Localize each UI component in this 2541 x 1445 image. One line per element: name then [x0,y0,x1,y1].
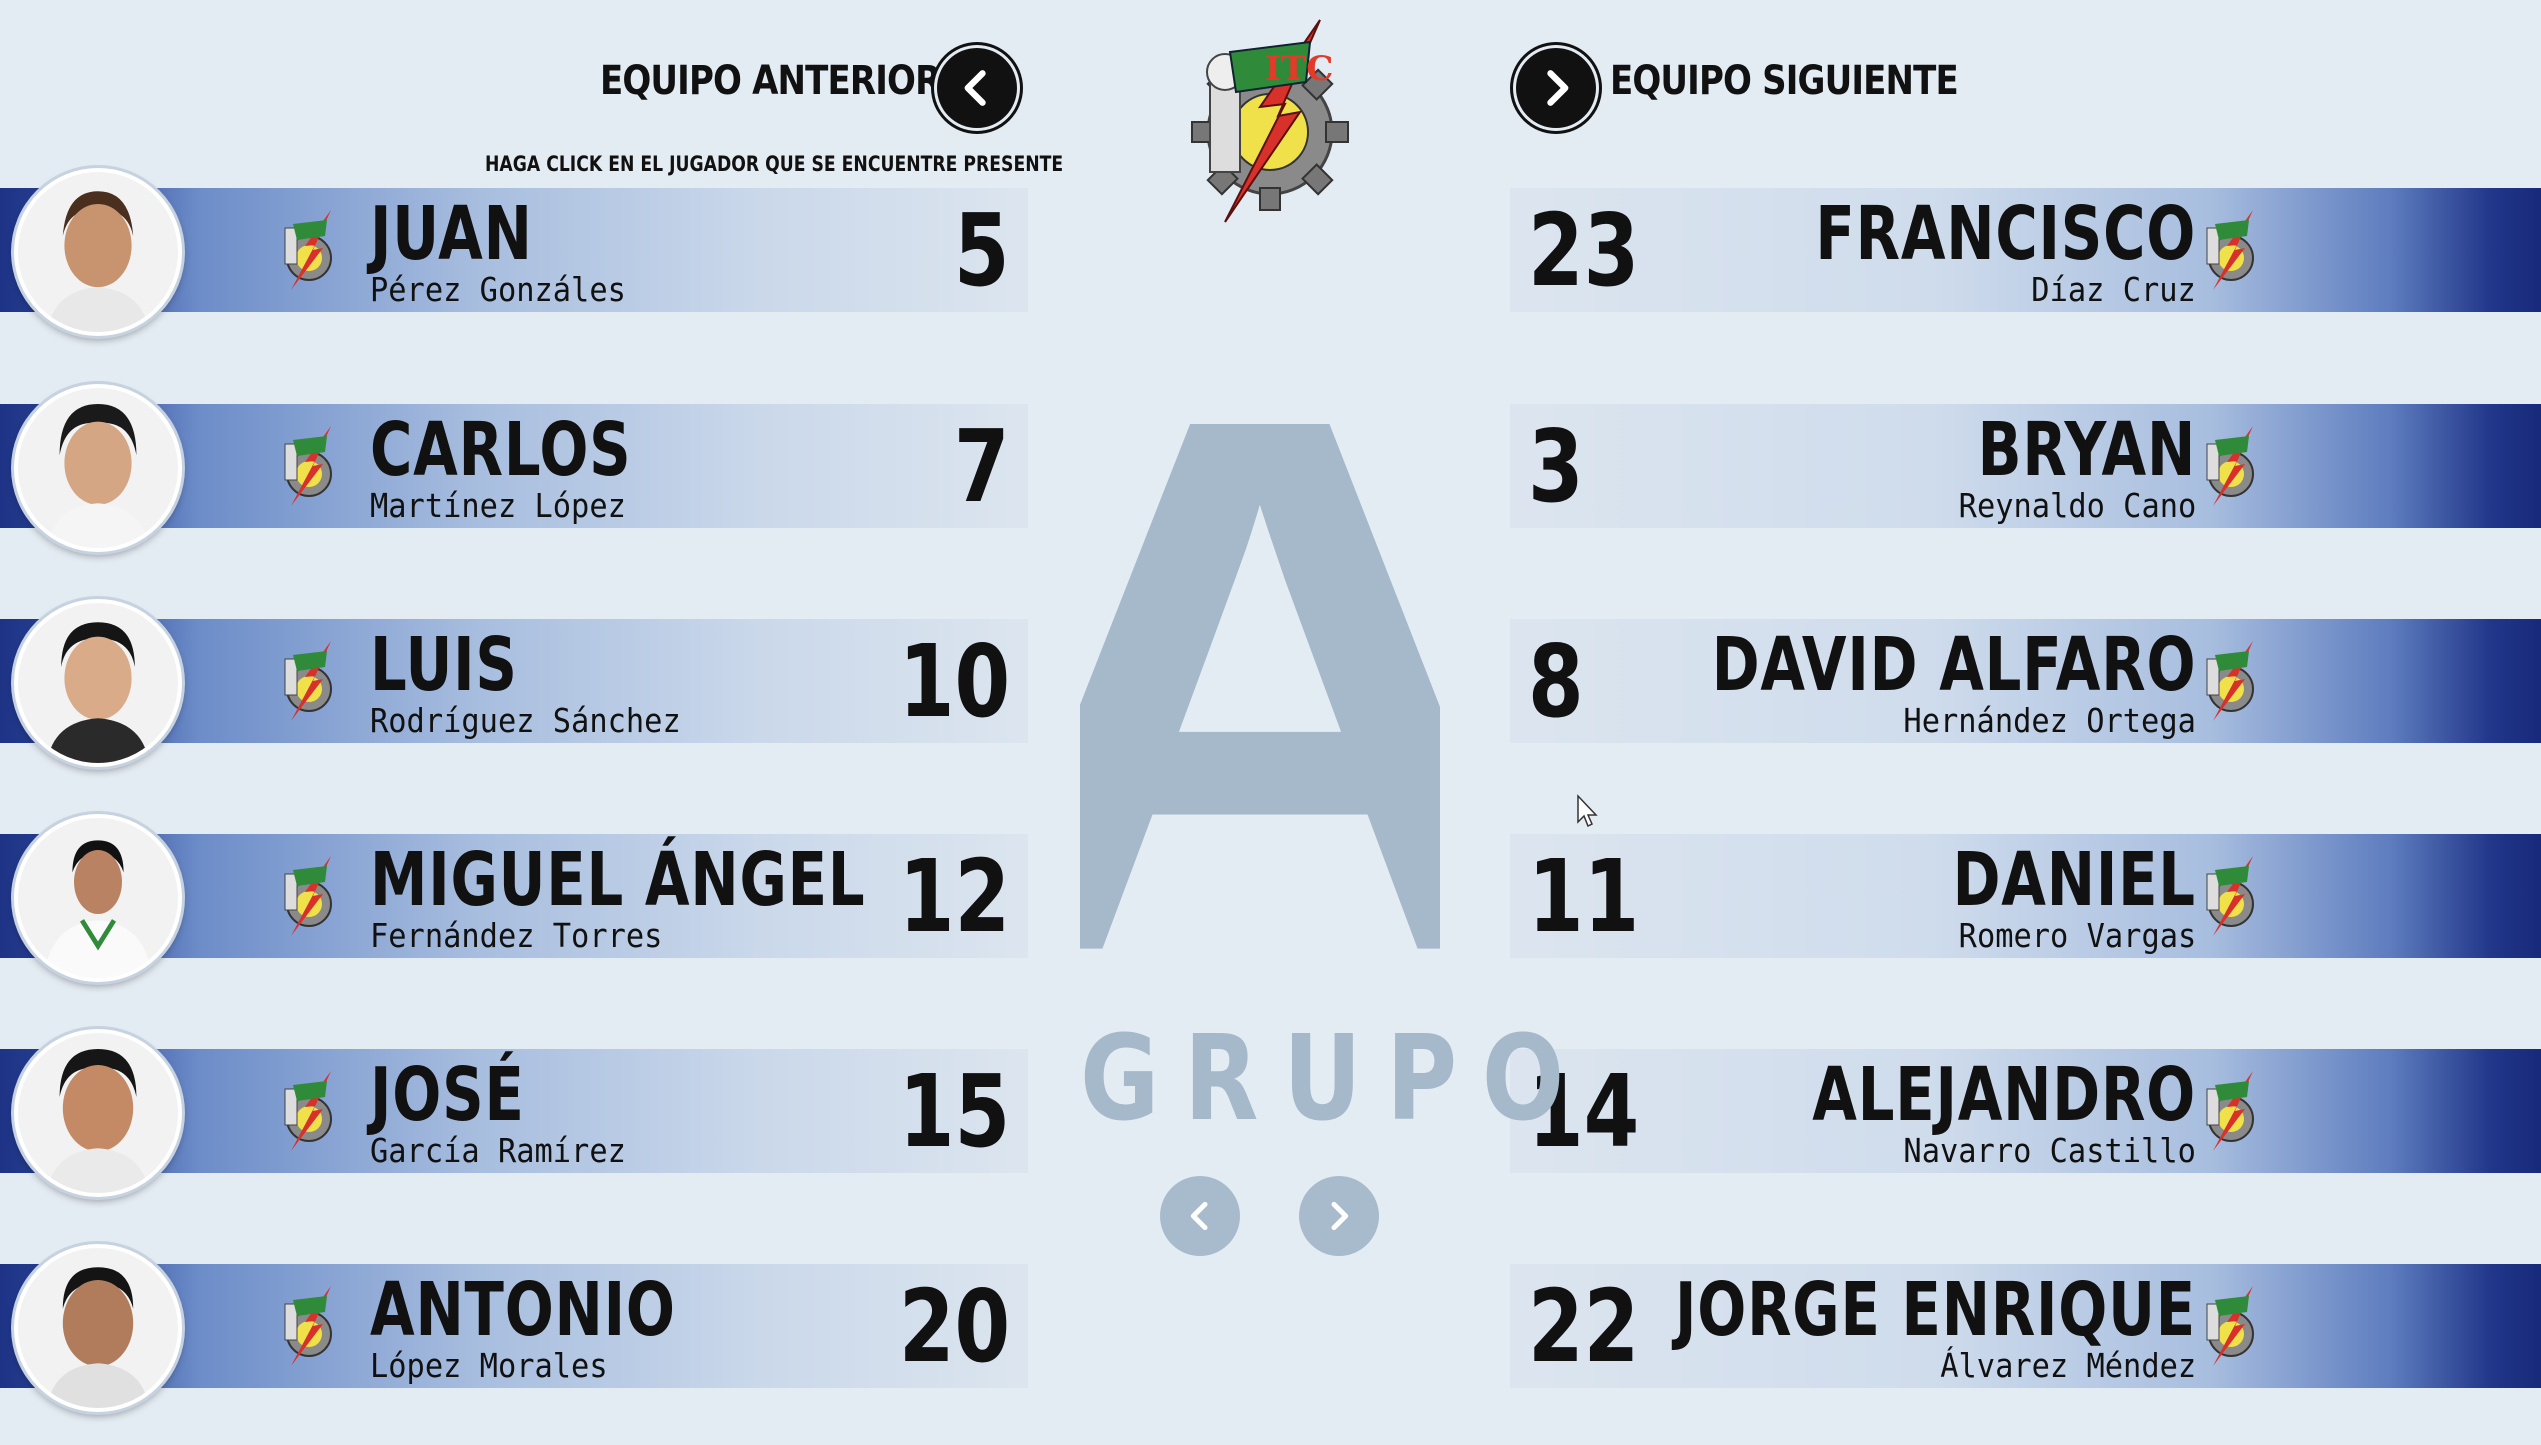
player-number: 7 [954,408,1010,525]
team-emblem-icon [2206,641,2254,721]
player-last-name: Navarro Castillo [1903,1131,2196,1170]
team-emblem-icon [2206,1286,2254,1366]
team-emblem-icon [284,856,332,936]
team-emblem-icon [284,210,332,290]
player-last-name: Díaz Cruz [2031,270,2196,309]
player-first-name: ALEJANDRO [1812,1052,2196,1138]
player-row-right[interactable]: 23 FRANCISCO Díaz Cruz [1510,188,2541,312]
player-photo[interactable] [14,814,182,982]
player-first-name: CARLOS [370,407,632,493]
player-last-name: Fernández Torres [370,916,663,955]
player-first-name: MIGUEL ÁNGEL [370,837,866,923]
player-avatar-icon [18,1033,178,1193]
team-emblem-icon [284,1071,332,1151]
player-row-left[interactable]: CARLOS Martínez López 7 [0,384,1028,552]
player-last-name: Hernández Ortega [1903,701,2196,740]
chevron-left-icon [1190,1201,1208,1231]
player-number: 23 [1528,192,1640,309]
player-number: 3 [1528,408,1584,525]
chevron-right-icon [1547,70,1569,106]
player-first-name: DAVID ALFARO [1711,622,2196,708]
player-photo[interactable] [14,1029,182,1197]
player-number: 15 [898,1053,1010,1170]
player-photo[interactable] [14,1244,182,1412]
team-emblem-icon [2206,210,2254,290]
player-last-name: Martínez López [370,486,626,525]
player-first-name: LUIS [370,622,518,708]
player-photo[interactable] [14,384,182,552]
player-avatar-icon [18,818,178,978]
next-team-button[interactable] [1516,48,1596,128]
player-photo[interactable] [14,599,182,767]
next-team-label[interactable]: EQUIPO SIGUIENTE [1610,58,1959,104]
player-first-name: BRYAN [1977,407,2196,493]
team-emblem-icon [2206,856,2254,936]
team-emblem-icon [2206,1071,2254,1151]
player-avatar-icon [18,172,178,332]
team-emblem-icon [284,426,332,506]
itc-logo: ITC [1191,19,1349,223]
player-number: 11 [1528,838,1640,955]
player-row-left[interactable]: ANTONIO López Morales 20 [0,1244,1028,1412]
player-number: 22 [1528,1268,1640,1385]
chevron-left-icon [964,70,986,106]
player-row-right[interactable]: 14 ALEJANDRO Navarro Castillo [1510,1049,2541,1173]
player-avatar-icon [18,603,178,763]
player-last-name: García Ramírez [370,1131,626,1170]
player-avatar-icon [18,388,178,548]
player-row-right[interactable]: 22 JORGE ENRIQUE Álvarez Méndez [1510,1264,2541,1388]
player-first-name: ANTONIO [370,1267,676,1353]
group-letter: A [1080,372,1440,1002]
player-last-name: Reynaldo Cano [1958,486,2196,525]
player-last-name: López Morales [370,1346,608,1385]
player-row-right[interactable]: 3 BRYAN Reynaldo Cano [1510,404,2541,528]
player-first-name: JORGE ENRIQUE [1674,1267,2196,1353]
player-row-left[interactable]: JOSÉ García Ramírez 15 [0,1029,1028,1197]
prev-group-button[interactable] [1160,1176,1240,1256]
player-last-name: Rodríguez Sánchez [370,701,681,740]
player-number: 20 [898,1268,1010,1385]
mouse-cursor-icon [1577,794,1598,828]
player-number: 10 [898,623,1010,740]
player-last-name: Pérez Gonzáles [370,270,626,309]
player-row-left[interactable]: MIGUEL ÁNGEL Fernández Torres 12 [0,814,1028,982]
player-first-name: DANIEL [1952,837,2196,923]
team-emblem-icon [2206,426,2254,506]
group-label: GRUPO [1080,1009,1589,1147]
player-number: 8 [1528,623,1584,740]
svg-text:ITC: ITC [1265,49,1333,89]
player-first-name: JOSÉ [370,1052,525,1138]
chevron-right-icon [1331,1201,1349,1231]
player-last-name: Álvarez Méndez [1940,1346,2196,1385]
player-row-left[interactable]: LUIS Rodríguez Sánchez 10 [0,599,1028,767]
player-avatar-icon [18,1248,178,1408]
team-emblem-icon [284,1286,332,1366]
team-emblem-icon [284,641,332,721]
player-number: 12 [898,838,1010,955]
prev-team-button[interactable] [937,48,1017,128]
player-row-left[interactable]: JUAN Pérez Gonzáles 5 [0,168,1028,336]
svg-text:A: A [1080,372,1440,1002]
player-last-name: Romero Vargas [1958,916,2196,955]
player-first-name: JUAN [370,191,533,277]
next-group-button[interactable] [1299,1176,1379,1256]
player-number: 5 [954,192,1010,309]
player-row-right[interactable]: 8 DAVID ALFARO Hernández Ortega [1510,619,2541,743]
player-first-name: FRANCISCO [1815,191,2196,277]
player-photo[interactable] [14,168,182,336]
player-row-right[interactable]: 11 DANIEL Romero Vargas [1510,834,2541,958]
instruction-text: HAGA CLICK EN EL JUGADOR QUE SE ENCUENTR… [485,152,1064,176]
prev-team-label[interactable]: EQUIPO ANTERIOR [600,58,941,104]
